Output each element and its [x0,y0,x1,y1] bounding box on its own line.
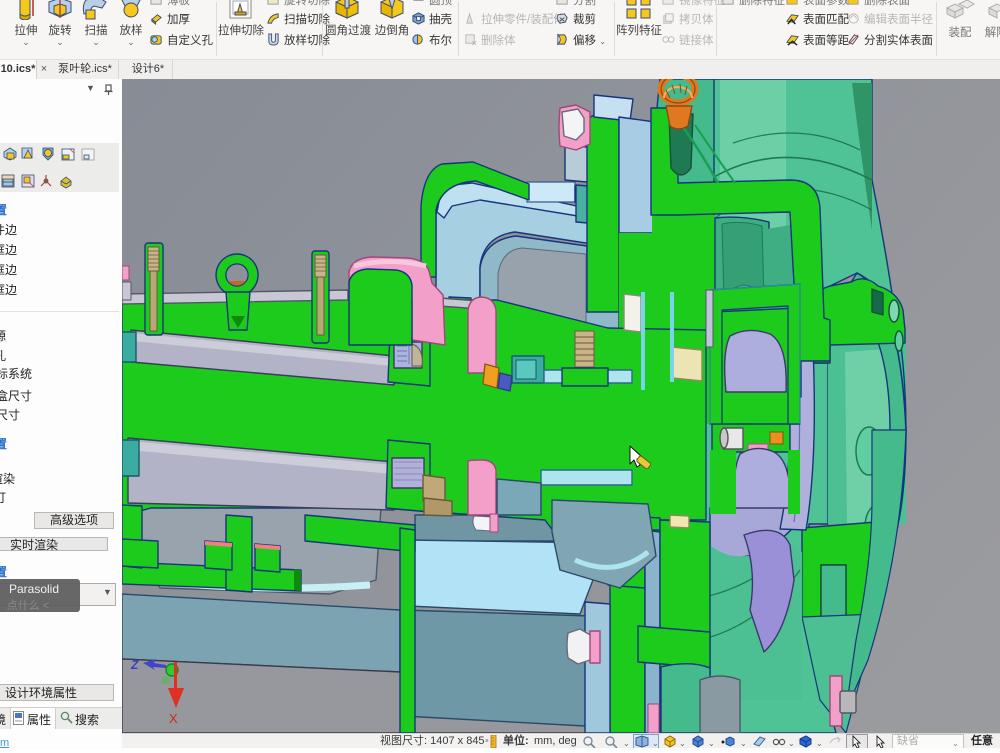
svg-text:Z: Z [130,658,139,672]
svg-text:X: X [169,711,178,726]
